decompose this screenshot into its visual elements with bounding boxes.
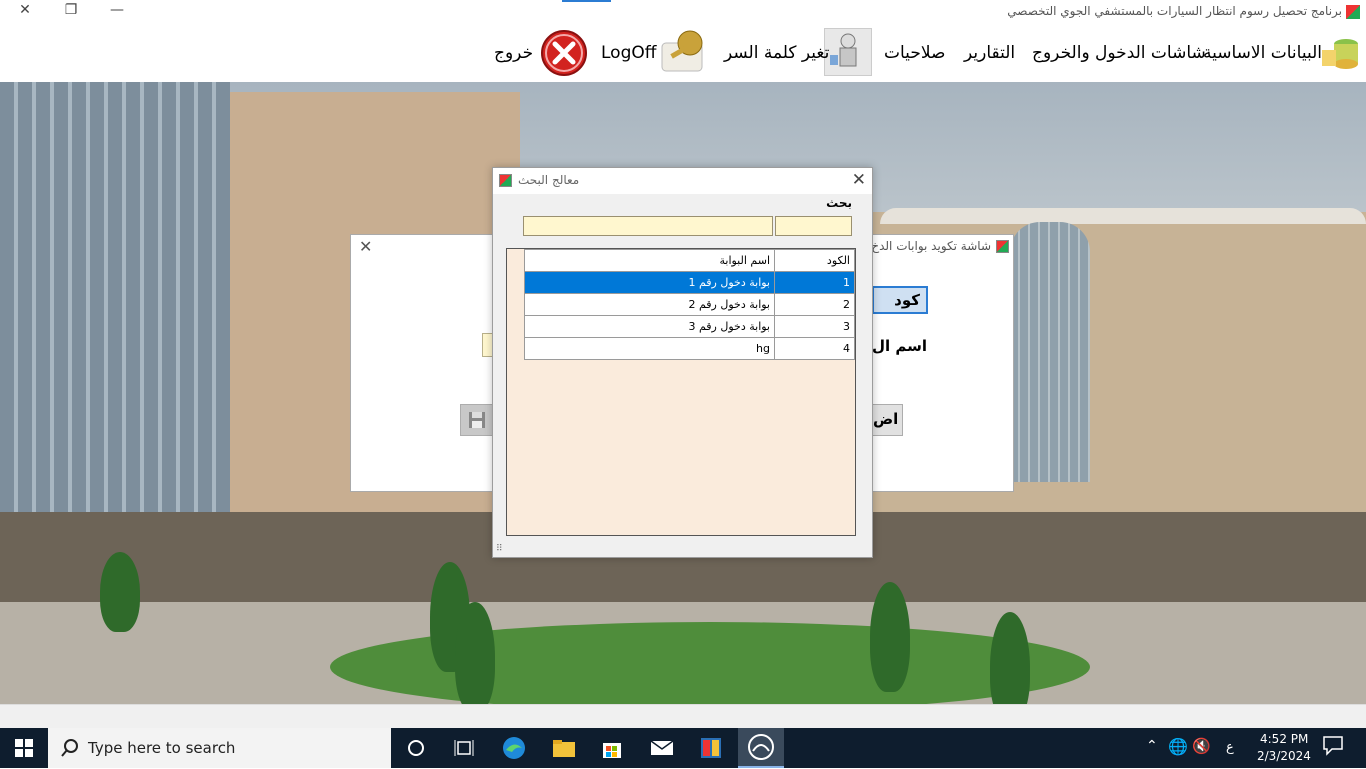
menu-exit[interactable]: خروج (494, 43, 533, 63)
column-header-gate-name[interactable]: اسم البوابة (524, 249, 775, 272)
cell-gate-name[interactable]: بوابة دخول رقم 3 (524, 315, 775, 338)
file-explorer-icon[interactable] (550, 734, 578, 762)
add-button[interactable]: اض (872, 404, 903, 436)
status-strip (0, 704, 1366, 729)
cell-code[interactable]: 2 (774, 293, 855, 316)
cell-gate-name[interactable]: hg (524, 337, 775, 360)
chevron-up-icon[interactable]: ⌃ (1146, 738, 1158, 754)
cell-code[interactable]: 1 (774, 271, 855, 294)
gate-name-label: اسم ال (872, 337, 928, 355)
gates-grid[interactable]: اسم البوابة الكود بوابة دخول رقم 1 1 بوا… (506, 248, 856, 536)
windows-start-icon[interactable] (10, 734, 38, 762)
app-icon (1346, 5, 1360, 19)
search-icon (60, 738, 80, 762)
search-wizard-dialog: معالج البحث ✕ بحث اسم البوابة الكود بواب… (492, 167, 873, 558)
resize-grip-icon[interactable]: ⠿ (496, 544, 503, 554)
input-language-indicator[interactable]: ع (1226, 740, 1234, 755)
cortana-icon[interactable] (402, 734, 430, 762)
title-accent-line (562, 0, 611, 2)
table-row[interactable]: بوابة دخول رقم 2 2 (524, 293, 855, 316)
key-icon[interactable] (660, 29, 706, 75)
main-menu-bar: البيانات الاساسية شاشات الدخول والخروج ا… (0, 24, 1366, 82)
search-name-input[interactable] (523, 216, 773, 236)
table-row[interactable]: بوابة دخول رقم 1 1 (524, 271, 855, 294)
column-header-code[interactable]: الكود (774, 249, 855, 272)
close-icon[interactable]: ✕ (852, 170, 866, 190)
globe-network-icon[interactable]: 🌐 (1168, 737, 1188, 756)
dialog-title: معالج البحث (518, 173, 580, 187)
taskbar-search-placeholder: Type here to search (88, 739, 236, 757)
search-label: بحث (826, 196, 852, 210)
parking-app-icon (748, 734, 774, 760)
menu-entry-exit-screens[interactable]: شاشات الدخول والخروج (1032, 43, 1206, 63)
dialog-icon (499, 174, 512, 187)
menu-reports[interactable]: التقارير (964, 43, 1015, 63)
windows-taskbar: Type here to search ⌃ 🌐 🔇 ع 4:52 PM 2/3/… (0, 728, 1366, 768)
search-code-input[interactable] (775, 216, 852, 236)
floppy-disk-icon (469, 412, 485, 428)
app-title: برنامج تحصيل رسوم انتظار السيارات بالمست… (1007, 4, 1342, 18)
minimize-window-button[interactable]: — (94, 0, 140, 22)
app-taskbar-icon[interactable] (697, 734, 725, 762)
table-row[interactable]: بوابة دخول رقم 3 3 (524, 315, 855, 338)
close-window-button[interactable]: ✕ (2, 0, 48, 22)
database-icon (1320, 32, 1362, 72)
form-icon (996, 240, 1009, 253)
exit-icon[interactable] (540, 29, 588, 77)
permissions-icon[interactable] (824, 28, 872, 76)
menu-basic-data[interactable]: البيانات الاساسية (1203, 43, 1322, 63)
active-app-taskbar-button[interactable] (738, 728, 784, 768)
menu-permissions[interactable]: صلاحيات (884, 43, 945, 63)
close-icon[interactable]: ✕ (359, 237, 372, 256)
menu-change-password[interactable]: تغير كلمة السر (724, 43, 829, 63)
gate-coding-form-title: شاشة تكويد بوابات الدخ (871, 239, 991, 253)
cell-gate-name[interactable]: بوابة دخول رقم 2 (524, 293, 775, 316)
menu-logoff[interactable]: LogOff (601, 43, 656, 63)
app-titlebar: ✕ ❐ — برنامج تحصيل رسوم انتظار السيارات … (0, 0, 1366, 24)
grid-header-row: اسم البوابة الكود (524, 249, 855, 272)
cell-code[interactable]: 3 (774, 315, 855, 338)
cell-code[interactable]: 4 (774, 337, 855, 360)
mail-icon[interactable] (648, 734, 676, 762)
dialog-titlebar: معالج البحث ✕ (493, 168, 872, 194)
clock-time[interactable]: 4:52 PM (1260, 732, 1308, 746)
taskbar-search-box[interactable]: Type here to search (48, 728, 391, 768)
table-row[interactable]: hg 4 (524, 337, 855, 360)
clock-date[interactable]: 2/3/2024 (1257, 749, 1311, 763)
restore-window-button[interactable]: ❐ (48, 0, 94, 22)
speaker-muted-icon[interactable]: 🔇 (1192, 737, 1211, 755)
microsoft-store-icon[interactable] (598, 734, 626, 762)
task-view-icon[interactable] (450, 734, 478, 762)
code-field[interactable]: كود (872, 286, 928, 314)
cell-gate-name[interactable]: بوابة دخول رقم 1 (524, 271, 775, 294)
edge-browser-icon[interactable] (500, 734, 528, 762)
notifications-icon[interactable] (1322, 734, 1344, 759)
save-button[interactable] (460, 404, 494, 436)
